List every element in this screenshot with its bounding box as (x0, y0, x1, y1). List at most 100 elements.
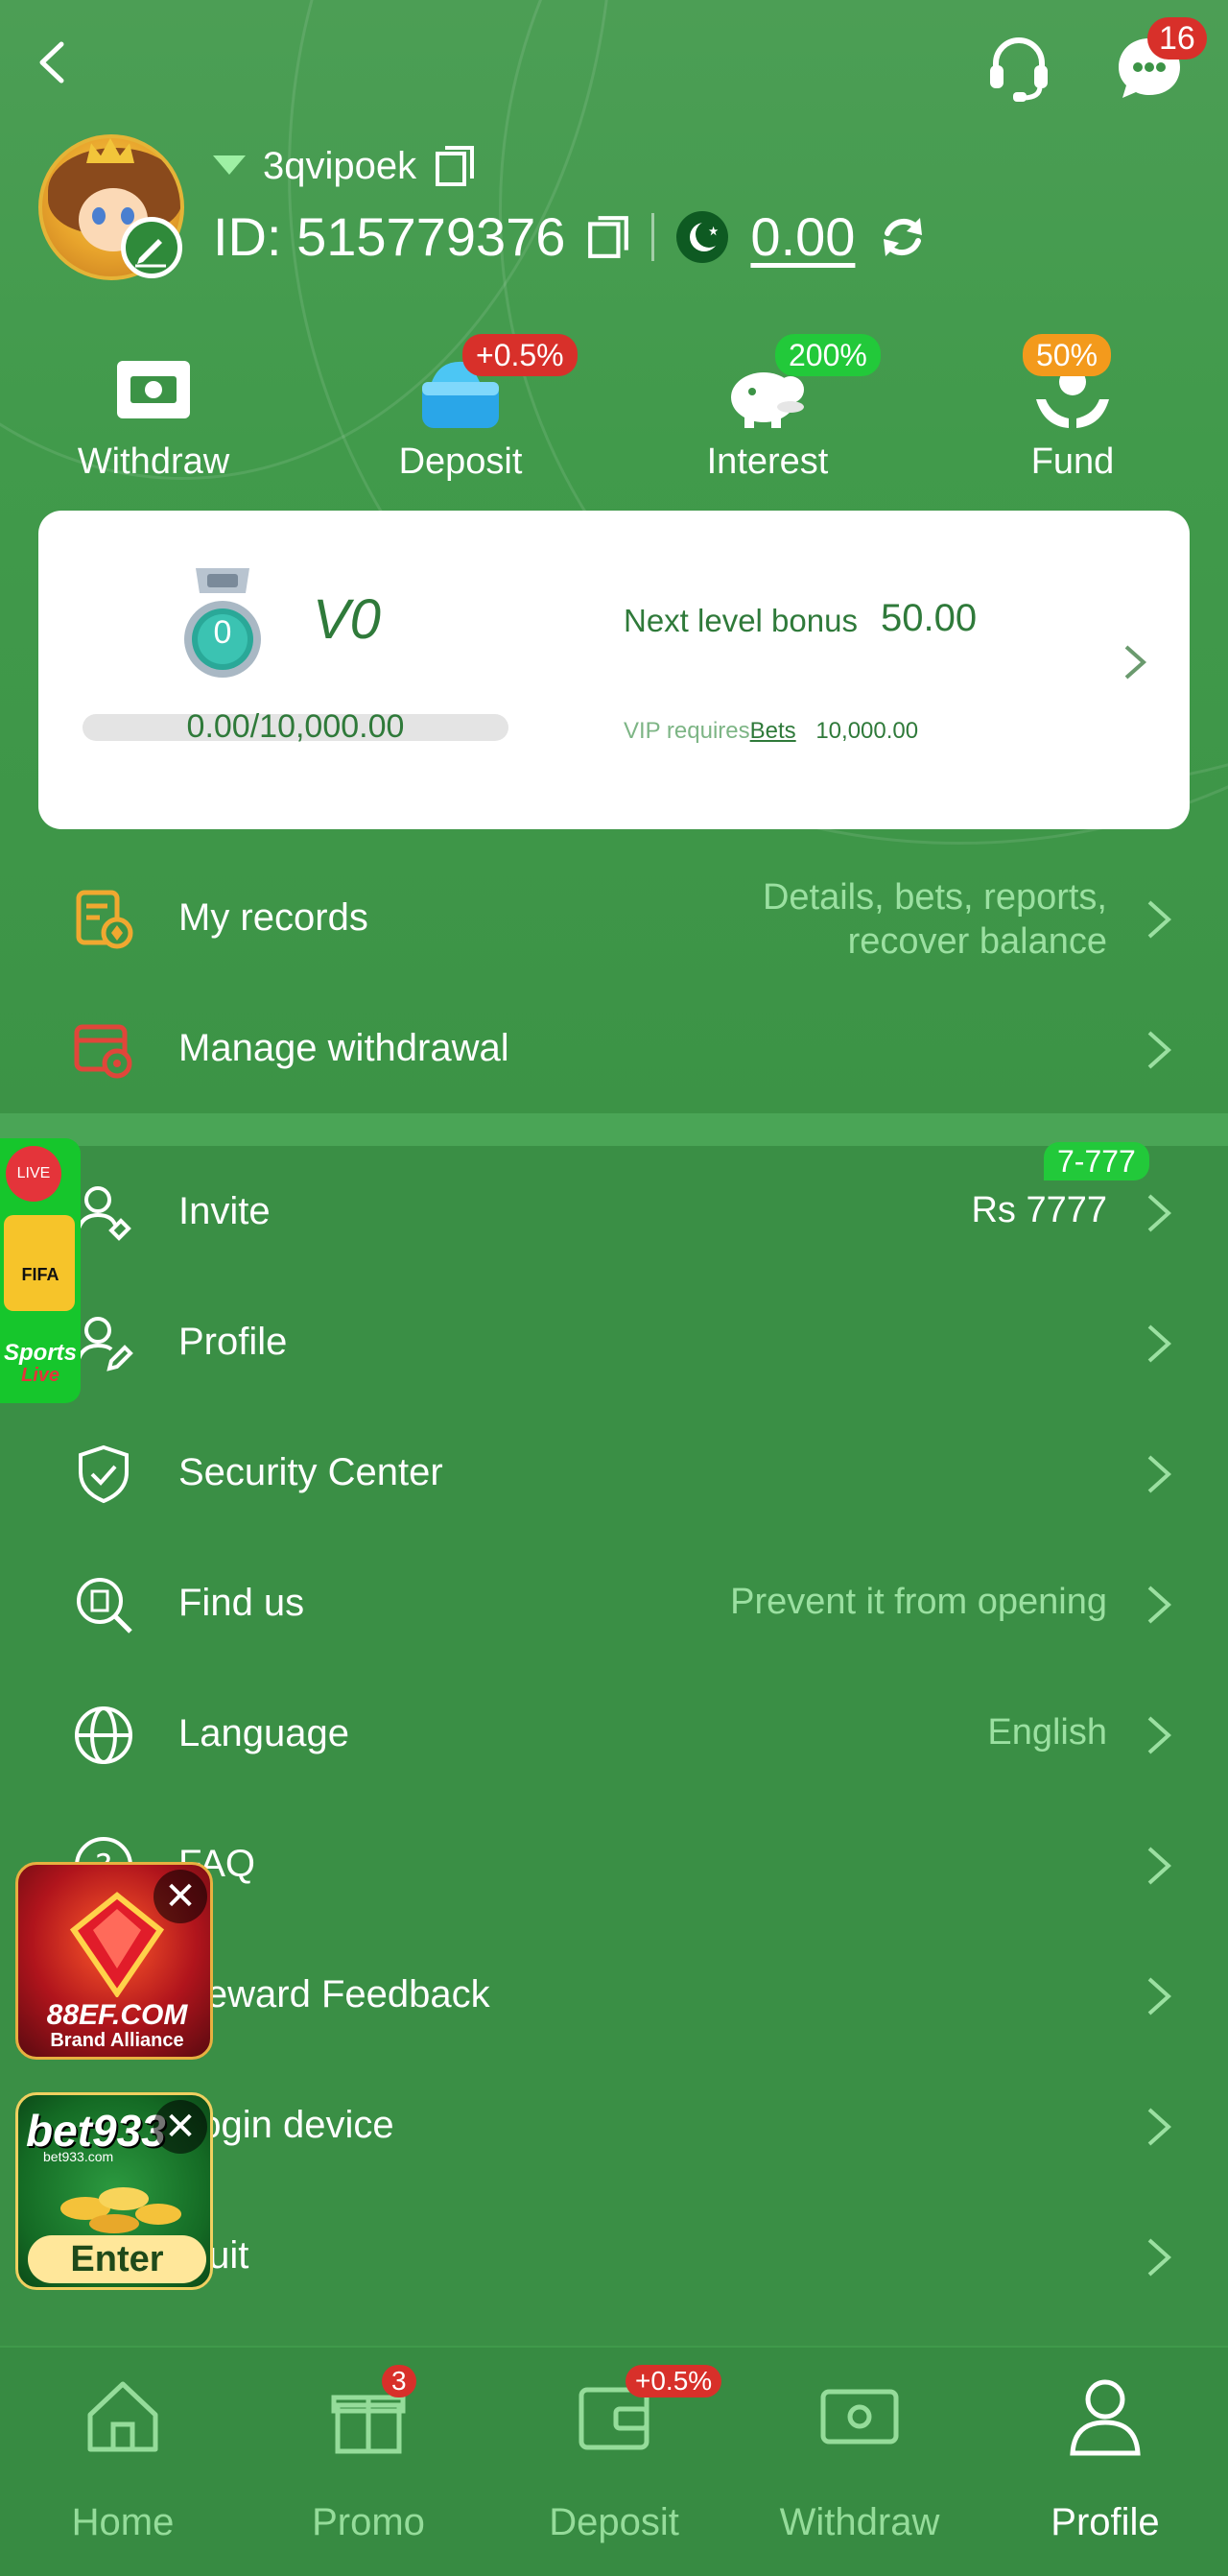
live-sports-widget[interactable]: LIVE FIFA Sports Live (0, 1138, 81, 1403)
menu-language-label: Language (178, 1712, 349, 1754)
quick-interest[interactable]: 200% Interest (672, 334, 881, 488)
close-ad1-button[interactable]: ✕ (154, 1870, 207, 1923)
chevron-right-icon (1147, 1031, 1171, 1069)
vip-progress-text: 0.00/10,000.00 (186, 708, 405, 745)
ad1-subtitle: Brand Alliance (50, 2030, 184, 2051)
coins-icon (60, 2187, 181, 2233)
menu-my-records-hint: Details, bets, reports, recover balance (763, 875, 1107, 964)
live-label: Live (20, 1365, 60, 1386)
quick-fund-label: Fund (1030, 441, 1115, 482)
fifa-text: FIFA (21, 1265, 59, 1284)
menu-language-value: English (987, 1712, 1107, 1753)
nav-home[interactable]: Home (0, 2376, 246, 2568)
menu-find-us-hint: Prevent it from opening (730, 1582, 1107, 1622)
quick-interest-label: Interest (706, 441, 829, 482)
menu-security-center[interactable]: Security Center (0, 1409, 1228, 1539)
withdrawal-settings-icon (74, 1024, 132, 1079)
invite-badge: 7-777 (1044, 1142, 1149, 1181)
balance-amount[interactable]: 0.00 (750, 205, 855, 268)
menu-find-us[interactable]: Find us Prevent it from opening (0, 1539, 1228, 1670)
menu-my-records-hint-line1: Details, bets, reports, (762, 877, 1107, 918)
username-row: 3qvipoek (213, 144, 476, 188)
chevron-right-icon (1124, 645, 1147, 680)
promo-count-badge: 3 (382, 2365, 416, 2397)
menu-profile-label: Profile (178, 1321, 288, 1363)
records-icon (76, 890, 133, 949)
cash-icon (117, 361, 190, 418)
quick-deposit-label: Deposit (398, 441, 523, 482)
section-divider (0, 1113, 1228, 1146)
shield-check-icon (79, 1444, 129, 1504)
sports-label: Sports (3, 1340, 77, 1366)
bottom-navigation: Home 3 Promo +0.5% Deposit Withdraw Prof… (0, 2346, 1228, 2576)
vip-requires-link[interactable]: Bets (750, 718, 796, 744)
interest-rate-badge: 200% (775, 334, 881, 376)
ad2-enter-button[interactable]: Enter (28, 2235, 206, 2283)
globe-icon (75, 1706, 132, 1764)
quick-deposit[interactable]: +0.5% Deposit (365, 334, 578, 488)
cash-icon (820, 2389, 899, 2445)
chevron-right-icon (1147, 1455, 1171, 1493)
back-arrow-icon[interactable] (33, 38, 71, 86)
next-level-bonus-value: 50.00 (881, 597, 978, 639)
nav-withdraw-label: Withdraw (779, 2501, 940, 2543)
quick-fund[interactable]: 50% Fund (977, 334, 1169, 488)
deposit-bonus-badge: +0.5% (462, 334, 578, 376)
nav-withdraw[interactable]: Withdraw (737, 2376, 982, 2568)
vip-card[interactable]: 0 V0 0.00/10,000.00 Next level bonus 50.… (38, 511, 1190, 829)
search-document-icon (77, 1578, 132, 1634)
menu-manage-withdrawal-label: Manage withdrawal (178, 1027, 509, 1069)
chevron-right-icon (1147, 900, 1171, 939)
next-level-bonus-label: Next level bonus (624, 603, 858, 638)
profile-edit-icon (75, 1317, 133, 1371)
menu-manage-withdrawal[interactable]: Manage withdrawal (0, 985, 1228, 1115)
menu-invite[interactable]: Invite Rs 7777 7-777 (0, 1142, 1228, 1278)
menu-my-records-hint-line2: recover balance (847, 921, 1107, 962)
ad1-brand: 88EF.COM (46, 1999, 188, 2031)
profile-icon (1070, 2379, 1141, 2456)
close-ad2-button[interactable]: ✕ (154, 2100, 207, 2154)
menu-find-us-label: Find us (178, 1582, 305, 1624)
menu-my-records-label: My records (178, 896, 368, 939)
chevron-right-icon (1147, 2108, 1171, 2146)
notification-count-badge: 16 (1147, 17, 1207, 60)
user-id: ID: 515779376 (213, 206, 566, 267)
nav-deposit[interactable]: +0.5% Deposit (491, 2365, 737, 2568)
username: 3qvipoek (263, 144, 417, 187)
nav-deposit-label: Deposit (549, 2501, 679, 2543)
quick-withdraw[interactable]: Withdraw (58, 334, 249, 488)
chevron-right-icon (1147, 1716, 1171, 1754)
vip-triangle-icon (213, 155, 246, 175)
nav-profile[interactable]: Profile (982, 2376, 1228, 2568)
chevron-right-icon (1147, 1977, 1171, 2015)
home-icon (87, 2381, 158, 2452)
edit-avatar-button[interactable] (121, 217, 182, 278)
chevron-right-icon (1147, 1847, 1171, 1885)
menu-my-records[interactable]: My records Details, bets, reports, recov… (0, 854, 1228, 985)
pakistan-flag-icon (676, 210, 729, 263)
chevron-right-icon (1147, 2238, 1171, 2277)
nav-promo[interactable]: 3 Promo (246, 2365, 491, 2568)
user-id-row: ID: 515779376 0.00 (213, 205, 930, 268)
nav-promo-label: Promo (312, 2501, 425, 2543)
refresh-icon[interactable] (876, 210, 930, 264)
fund-rate-badge: 50% (1023, 334, 1112, 376)
nav-profile-label: Profile (1051, 2501, 1160, 2543)
quick-actions-row: Withdraw +0.5% Deposit 200% Interest 50%… (0, 334, 1228, 488)
headset-icon[interactable] (982, 31, 1055, 104)
chevron-right-icon (1147, 1586, 1171, 1624)
chevron-right-icon (1147, 1324, 1171, 1363)
copy-icon[interactable] (434, 144, 476, 188)
chevron-right-icon (1147, 1194, 1171, 1232)
menu-profile[interactable]: Profile (0, 1278, 1228, 1409)
live-badge: LIVE (6, 1146, 61, 1202)
copy-id-icon[interactable] (586, 214, 630, 260)
vip-medal-level: 0 (213, 614, 232, 651)
menu-language[interactable]: Language English (0, 1670, 1228, 1801)
ruby-gem-icon (69, 1892, 165, 1997)
pencil-icon (135, 239, 166, 268)
quick-withdraw-label: Withdraw (77, 441, 230, 482)
menu-reward-feedback-label: Reward Feedback (178, 1973, 490, 2015)
nav-home-label: Home (71, 2501, 175, 2543)
vip-level-name: V0 (313, 588, 381, 651)
